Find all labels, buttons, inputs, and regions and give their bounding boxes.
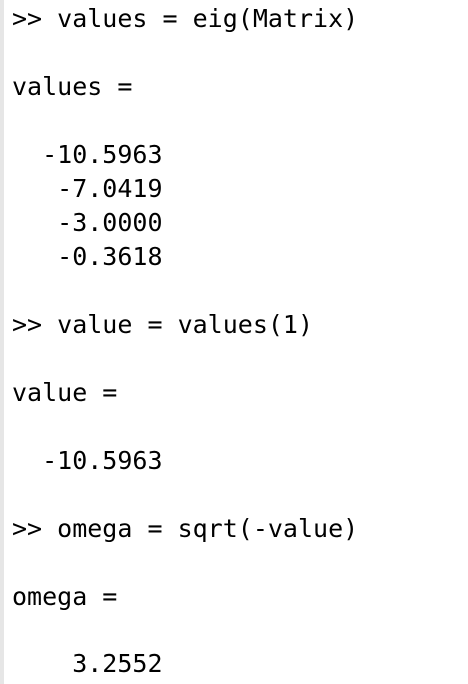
output-value-row: -10.5963 (12, 140, 163, 169)
output-value-row: -7.0419 (12, 174, 163, 203)
output-value-row: -3.0000 (12, 208, 163, 237)
output-header-value: value = (12, 378, 118, 407)
output-value-row: 3.2552 (12, 649, 163, 678)
output-header-omega: omega = (12, 582, 118, 611)
command-line-index: >> value = values(1) (12, 310, 314, 339)
output-header-values: values = (12, 72, 133, 101)
command-window[interactable]: >> values = eig(Matrix) values = -10.596… (12, 0, 462, 684)
output-value-row: -10.5963 (12, 446, 163, 475)
command-line-eig: >> values = eig(Matrix) (12, 4, 359, 33)
command-line-sqrt: >> omega = sqrt(-value) (12, 514, 359, 543)
console-left-border (0, 0, 4, 684)
output-value-row: -0.3618 (12, 242, 163, 271)
